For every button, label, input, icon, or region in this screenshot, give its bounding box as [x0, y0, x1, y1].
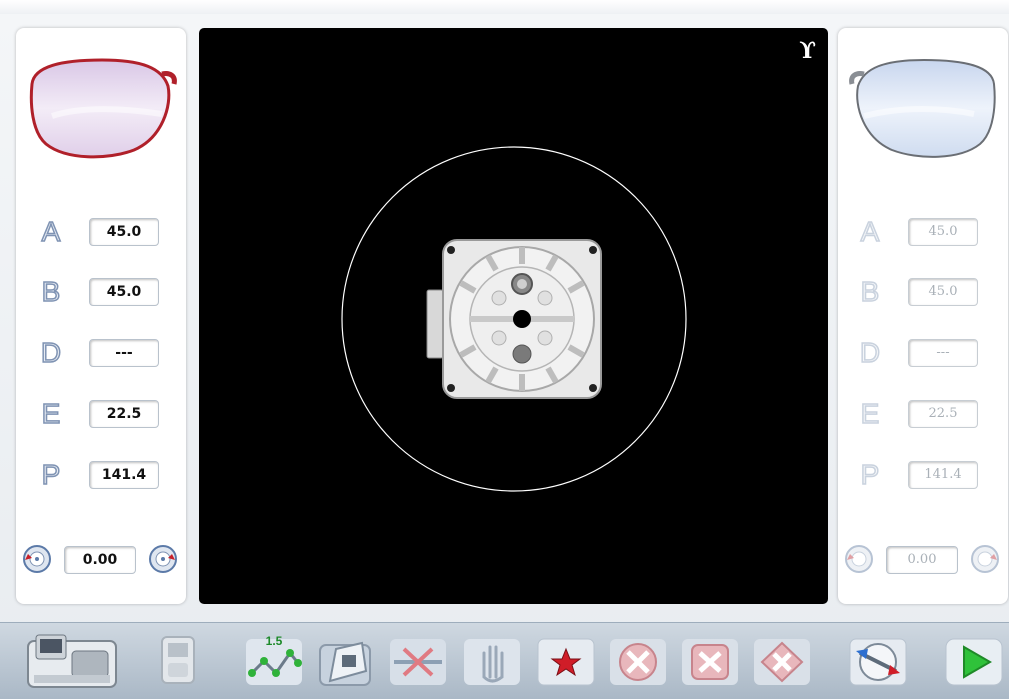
param-row-b: B 45.0	[16, 272, 186, 312]
right-rotate-ccw-icon	[845, 545, 873, 573]
right-letter-e-label: E	[860, 397, 880, 430]
svg-text:D: D	[860, 337, 880, 368]
play-icon[interactable]	[944, 631, 1004, 691]
zigzag-graph-icon[interactable]: 1.5	[244, 631, 304, 691]
rotate-cw-icon[interactable]	[148, 544, 178, 574]
right-rotate-cw-icon	[971, 545, 999, 573]
param-b-field[interactable]: 45.0	[89, 278, 159, 306]
svg-text:A: A	[42, 216, 61, 247]
cross-arrows-icon[interactable]	[388, 631, 448, 691]
left-lens-panel: A 45.0 B 45.0 D --- E 22.5 P 141.4 0.00	[16, 28, 186, 604]
block-holder-icon[interactable]	[316, 631, 376, 691]
cancel-diamond-icon[interactable]	[752, 631, 812, 691]
svg-text:B: B	[42, 276, 61, 307]
star-icon[interactable]	[536, 631, 596, 691]
svg-text:E: E	[861, 398, 880, 429]
right-letter-b-label: B	[860, 275, 880, 308]
right-letter-p-label: P	[860, 458, 880, 491]
right-lens-panel: A 45.0 B 45.0 D --- E 22.5 P 141.4 0.00	[838, 28, 1008, 604]
right-letter-d-label: D	[859, 336, 881, 369]
param-e-field[interactable]: 22.5	[89, 400, 159, 428]
hand-icon[interactable]	[462, 631, 522, 691]
svg-text:B: B	[861, 276, 880, 307]
svg-text:1.5: 1.5	[266, 634, 283, 648]
svg-text:E: E	[42, 398, 61, 429]
brand-logo: ϒ	[799, 38, 816, 64]
letter-d-label: D	[40, 336, 62, 369]
edger-machine-icon[interactable]	[22, 631, 122, 691]
svg-text:D: D	[41, 337, 61, 368]
letter-b-label: B	[41, 275, 61, 308]
tracer-device-icon[interactable]	[148, 631, 208, 691]
cancel-square-icon[interactable]	[680, 631, 740, 691]
svg-text:P: P	[861, 459, 880, 490]
right-param-b-field: 45.0	[908, 278, 978, 306]
block-chuck-icon	[426, 239, 602, 399]
right-param-row-b: B 45.0	[838, 272, 1008, 312]
right-letter-a-label: A	[860, 215, 881, 248]
left-lens-frame-icon[interactable]	[22, 46, 182, 176]
right-param-p-field: 141.4	[908, 461, 978, 489]
right-param-row-e: E 22.5	[838, 394, 1008, 434]
letter-a-label: A	[41, 215, 62, 248]
param-p-field[interactable]: 141.4	[89, 461, 159, 489]
camera-view[interactable]: ϒ	[199, 28, 828, 604]
rotation-field[interactable]: 0.00	[64, 546, 136, 574]
svg-text:A: A	[861, 216, 880, 247]
cancel-red-icon[interactable]	[608, 631, 668, 691]
param-row-e: E 22.5	[16, 394, 186, 434]
right-param-row-p: P 141.4	[838, 455, 1008, 495]
right-rotation-field: 0.00	[886, 546, 958, 574]
svg-text:P: P	[42, 459, 61, 490]
right-lens-frame-icon[interactable]	[844, 46, 1004, 176]
lens-adjust-icon[interactable]	[848, 631, 908, 691]
letter-e-label: E	[41, 397, 61, 430]
param-row-p: P 141.4	[16, 455, 186, 495]
camera-canvas: ϒ	[341, 38, 816, 492]
param-row-d: D ---	[16, 333, 186, 373]
right-param-d-field: ---	[908, 339, 978, 367]
right-param-row-d: D ---	[838, 333, 1008, 373]
rotate-ccw-icon[interactable]	[22, 544, 52, 574]
top-strip	[0, 0, 1009, 14]
bottom-toolbar: 1.5	[0, 622, 1009, 699]
param-row-a: A 45.0	[16, 212, 186, 252]
right-param-e-field: 22.5	[908, 400, 978, 428]
right-param-row-a: A 45.0	[838, 212, 1008, 252]
param-a-field[interactable]: 45.0	[89, 218, 159, 246]
param-d-field[interactable]: ---	[89, 339, 159, 367]
right-param-a-field: 45.0	[908, 218, 978, 246]
letter-p-label: P	[41, 458, 61, 491]
